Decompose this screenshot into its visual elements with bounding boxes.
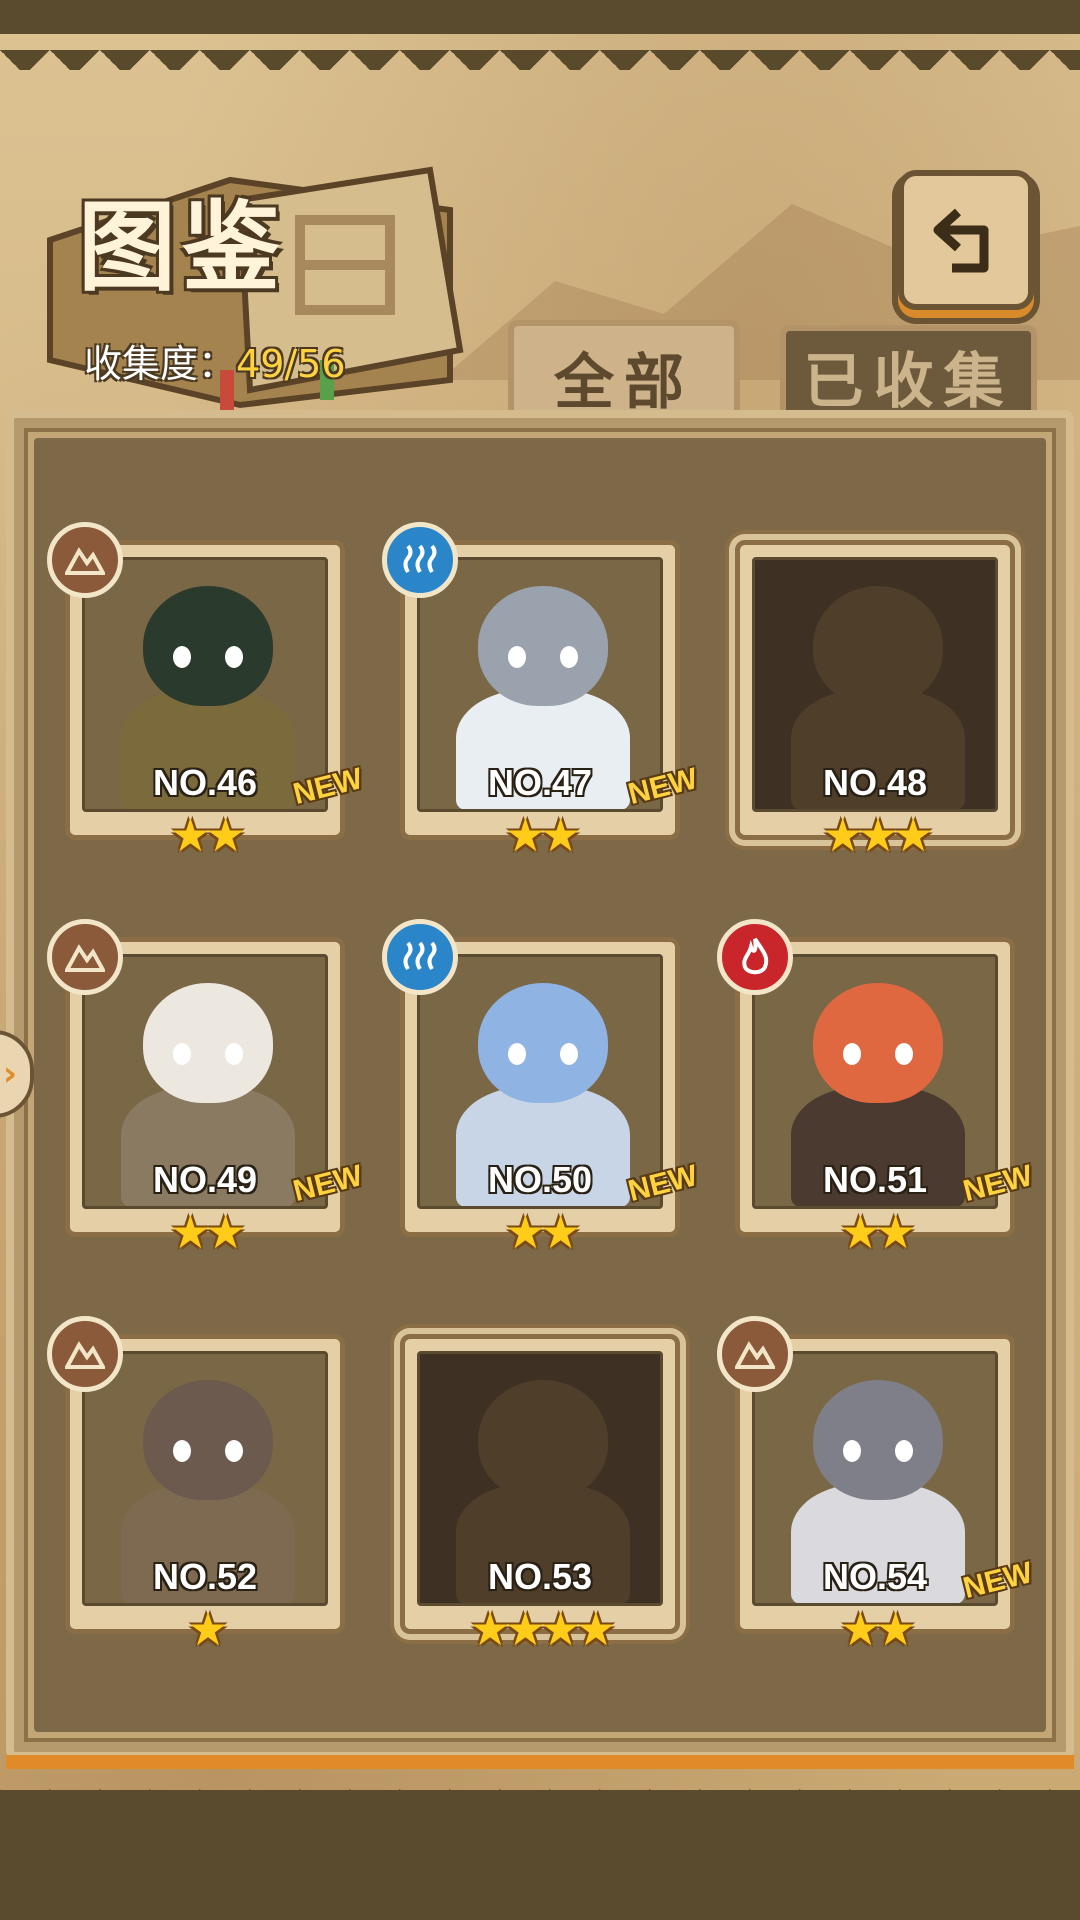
portrait-eye: [843, 1043, 861, 1065]
monster-card[interactable]: NO.46 NEW ★★: [47, 522, 366, 865]
portrait-eye: [560, 646, 578, 668]
card-number: NO.48: [822, 762, 928, 803]
bottom-border: [0, 1764, 1080, 1920]
star-rating: ★★: [504, 808, 581, 862]
star-rating: ★★: [839, 1602, 916, 1656]
monster-card[interactable]: NO.51 NEW ★★: [717, 919, 1036, 1262]
portrait-head: [143, 1380, 273, 1500]
portrait-eye: [173, 1440, 191, 1462]
card-number: NO.53: [487, 1556, 593, 1597]
portrait-eye: [895, 1043, 913, 1065]
return-arrow-icon: [933, 208, 989, 273]
monster-card[interactable]: NO.47 NEW ★★: [382, 522, 701, 865]
portrait-eye: [225, 646, 243, 668]
portrait-head: [813, 586, 943, 706]
portrait-eye: [895, 1440, 913, 1462]
card-number: NO.52: [152, 1556, 258, 1597]
monster-card[interactable]: NO.53 ★★★★: [400, 1334, 680, 1659]
fire-element-icon: [717, 919, 793, 995]
collection-progress: 收集度：49/56: [84, 333, 346, 388]
monster-card[interactable]: NO.48 ★★★: [735, 540, 1015, 865]
portrait-head: [478, 586, 608, 706]
portrait-eye: [225, 1440, 243, 1462]
portrait-eye: [560, 1043, 578, 1065]
back-button[interactable]: [898, 170, 1034, 310]
portrait-head: [143, 586, 273, 706]
water-element-icon: [382, 919, 458, 995]
star-rating: ★: [187, 1602, 228, 1656]
collection-value: 49/56: [236, 342, 346, 386]
collection-label: 收集度：: [84, 342, 237, 386]
star-rating: ★★: [169, 1205, 246, 1259]
portrait-head: [478, 983, 608, 1103]
portrait-eye: [508, 646, 526, 668]
earth-element-icon: [47, 919, 123, 995]
portrait-head: [143, 983, 273, 1103]
earth-element-icon: [47, 522, 123, 598]
earth-element-icon: [47, 1316, 123, 1392]
star-rating: ★★★★: [469, 1602, 617, 1656]
portrait-head: [478, 1380, 608, 1500]
monster-card[interactable]: NO.52 ★: [47, 1316, 345, 1659]
star-rating: ★★: [839, 1205, 916, 1259]
portrait-eye: [173, 646, 191, 668]
portrait-eye: [225, 1043, 243, 1065]
monster-card[interactable]: NO.50 NEW ★★: [382, 919, 701, 1262]
portrait-eye: [173, 1043, 191, 1065]
earth-element-icon: [717, 1316, 793, 1392]
portrait-head: [813, 983, 943, 1103]
top-border: [0, 0, 1080, 70]
star-rating: ★★: [169, 808, 246, 862]
star-rating: ★★: [504, 1205, 581, 1259]
water-element-icon: [382, 522, 458, 598]
portrait-eye: [508, 1043, 526, 1065]
monster-card[interactable]: NO.49 NEW ★★: [47, 919, 366, 1262]
page-title: 图鉴: [78, 191, 287, 305]
portrait-eye: [843, 1440, 861, 1462]
portrait-head: [813, 1380, 943, 1500]
monster-card[interactable]: NO.54 NEW ★★: [717, 1316, 1036, 1659]
tab-collected[interactable]: 已收集: [780, 325, 1037, 421]
star-rating: ★★★: [822, 808, 934, 862]
